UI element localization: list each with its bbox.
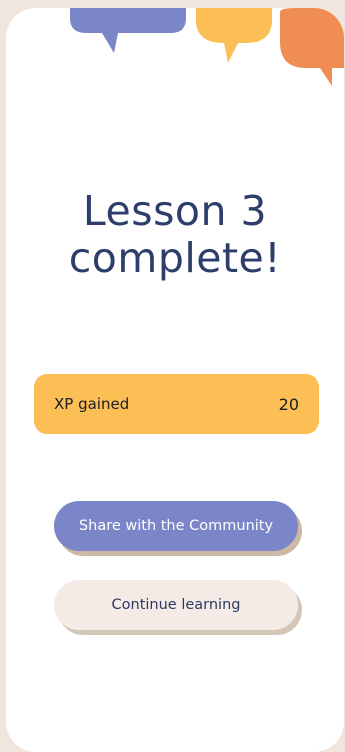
title-line-1: Lesson 3 <box>82 187 268 235</box>
blue-speech-bubble-icon <box>70 8 186 53</box>
yellow-speech-bubble-icon <box>196 8 272 63</box>
title-line-2: complete! <box>68 234 282 282</box>
xp-gained-card: XP gained 20 <box>34 374 319 434</box>
page-title: Lesson 3 complete! <box>6 188 344 282</box>
xp-gained-value: 20 <box>278 394 299 414</box>
orange-speech-bubble-icon <box>280 8 344 86</box>
speech-bubbles-decoration <box>70 8 344 86</box>
share-with-community-button[interactable]: Share with the Community <box>54 501 298 551</box>
continue-learning-button[interactable]: Continue learning <box>54 580 298 630</box>
xp-gained-label: XP gained <box>54 395 130 413</box>
screen: Lesson 3 complete! XP gained 20 Share wi… <box>6 8 344 752</box>
